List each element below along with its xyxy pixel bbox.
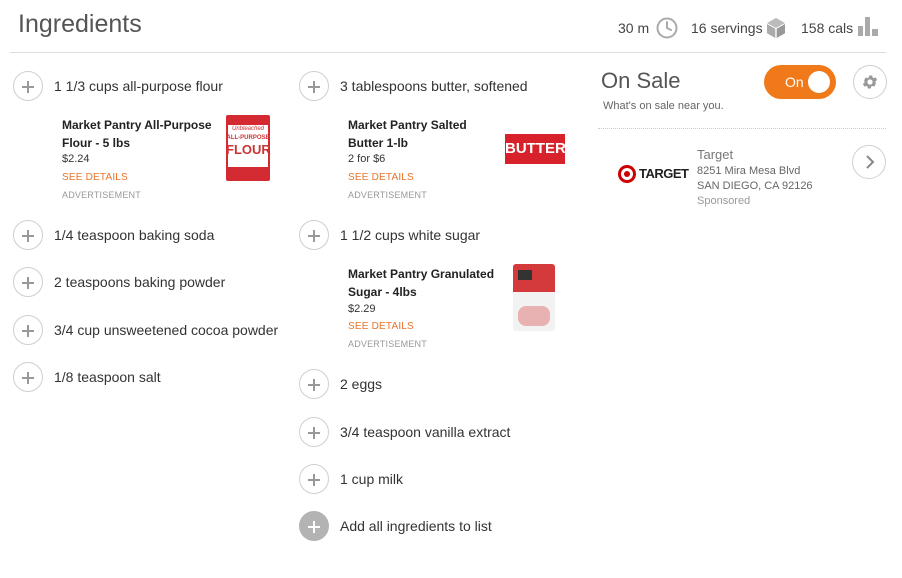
add-ingredient-button[interactable]: [13, 267, 43, 297]
ad-product-name: Market Pantry Salted Butter 1-lb: [348, 118, 467, 150]
toggle-label: On: [785, 74, 804, 90]
page-title: Ingredients: [18, 10, 142, 38]
toggle-knob: [808, 71, 830, 93]
butter-product-image[interactable]: BUTTER: [505, 134, 566, 164]
ingredient-label: 3/4 teaspoon vanilla extract: [340, 424, 511, 440]
add-ingredient-button[interactable]: [13, 71, 43, 101]
flour-product-image[interactable]: Unbleached ALL-PURPOSE FLOUR: [226, 115, 271, 181]
add-ingredient-button[interactable]: [299, 220, 329, 250]
store-name: Target: [697, 147, 734, 162]
ingredient-label: 3/4 cup unsweetened cocoa powder: [54, 322, 279, 338]
add-ingredient-button[interactable]: [13, 315, 43, 345]
ingredient-label: 1/8 teaspoon salt: [54, 369, 161, 385]
see-details-link[interactable]: SEE DETAILS: [348, 321, 414, 332]
cube-icon: [767, 18, 785, 38]
ingredient-label: 1 1/2 cups white sugar: [340, 227, 481, 243]
add-ingredient-button[interactable]: [299, 464, 329, 494]
on-sale-title: On Sale: [601, 68, 681, 93]
calories: 158 cals: [801, 20, 854, 36]
add-all-ingredients-button[interactable]: Add all ingredients to list: [340, 518, 492, 534]
ingredient-label: 1 1/3 cups all-purpose flour: [54, 78, 223, 94]
advertisement-label: ADVERTISEMENT: [62, 190, 141, 200]
header-divider: [10, 52, 886, 53]
target-logo: TARGET: [617, 162, 689, 186]
advertisement-label: ADVERTISEMENT: [348, 339, 427, 349]
ingredient-label: 3 tablespoons butter, softened: [340, 78, 528, 94]
settings-button[interactable]: [853, 65, 887, 99]
target-logo-text: TARGET: [639, 166, 689, 181]
on-sale-toggle[interactable]: On: [764, 65, 836, 99]
see-details-link[interactable]: SEE DETAILS: [62, 172, 128, 183]
gear-icon: [862, 75, 878, 89]
advertisement-label: ADVERTISEMENT: [348, 190, 427, 200]
sugar-product-image[interactable]: [513, 264, 555, 331]
store-address-line1: 8251 Mira Mesa Blvd: [697, 165, 801, 177]
sponsored-label: Sponsored: [697, 195, 751, 207]
prep-time: 30 m: [618, 20, 650, 36]
bar-chart-icon: [858, 17, 878, 36]
clock-icon: [656, 17, 678, 39]
next-store-button[interactable]: [852, 145, 886, 179]
ad-product-name: Market Pantry All-Purpose Flour - 5 lbs: [62, 118, 212, 150]
ad-price: $2.29: [348, 303, 376, 315]
add-ingredient-button[interactable]: [299, 71, 329, 101]
add-ingredient-button[interactable]: [299, 417, 329, 447]
target-bullseye-icon: [618, 165, 636, 183]
ad-price: $2.24: [62, 153, 90, 165]
add-all-plus-icon[interactable]: [299, 511, 329, 541]
add-ingredient-button[interactable]: [299, 369, 329, 399]
ingredient-label: 1 cup milk: [340, 471, 404, 487]
add-ingredient-button[interactable]: [13, 362, 43, 392]
add-ingredient-button[interactable]: [13, 220, 43, 250]
store-address-line2: SAN DIEGO, CA 92126: [697, 180, 813, 192]
panel-divider: [598, 128, 886, 129]
ad-price: 2 for $6: [348, 153, 386, 165]
ingredient-label: 2 eggs: [340, 376, 383, 392]
ingredient-label: 2 teaspoons baking powder: [54, 274, 226, 290]
servings: 16 servings: [691, 20, 763, 36]
on-sale-subtitle: What's on sale near you.: [603, 100, 724, 112]
ingredient-label: 1/4 teaspoon baking soda: [54, 227, 215, 243]
ad-product-name: Market Pantry Granulated Sugar - 4lbs: [348, 267, 495, 299]
see-details-link[interactable]: SEE DETAILS: [348, 172, 414, 183]
chevron-right-icon: [866, 155, 875, 169]
